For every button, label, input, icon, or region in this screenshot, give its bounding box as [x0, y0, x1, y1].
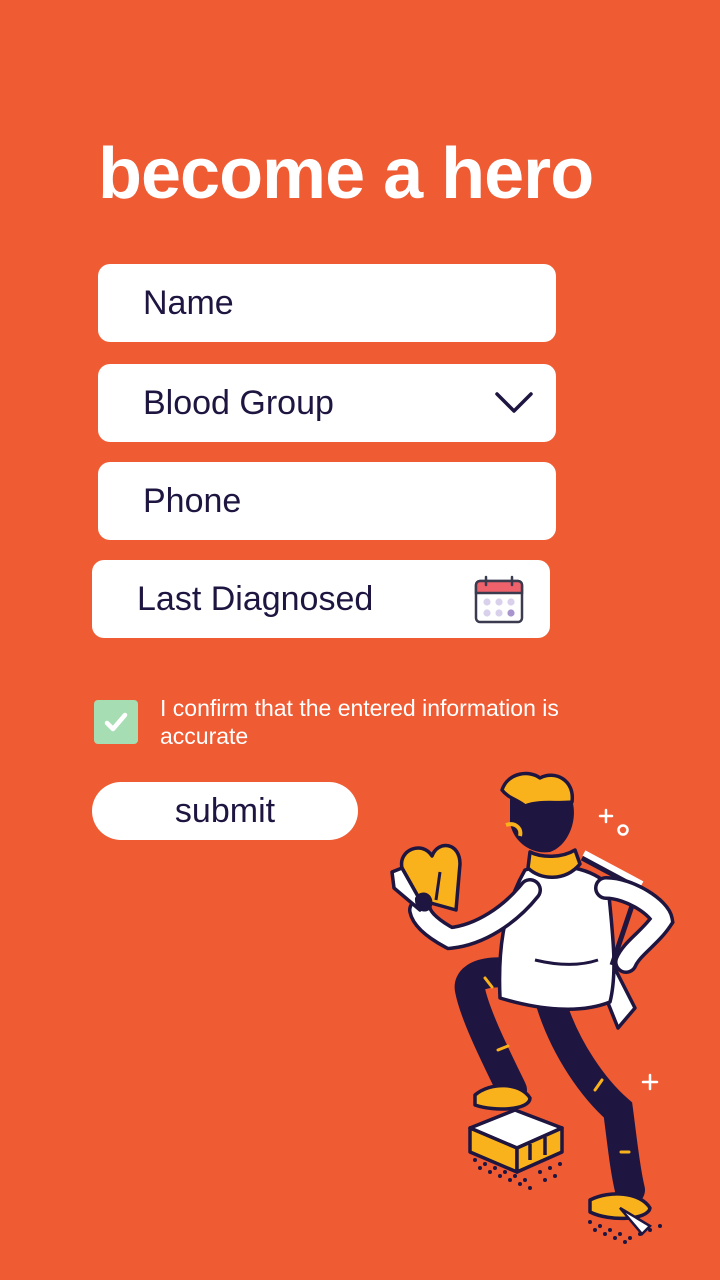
blood-group-select[interactable]: Blood Group [98, 364, 556, 442]
last-diagnosed-field[interactable]: Last Diagnosed [92, 560, 550, 638]
calendar-icon[interactable] [474, 575, 524, 625]
page-title: become a hero [98, 134, 594, 214]
submit-button[interactable]: submit [92, 782, 358, 840]
name-field[interactable] [98, 264, 556, 342]
confirm-text: I confirm that the entered information i… [160, 695, 559, 749]
blood-group-label: Blood Group [143, 383, 334, 422]
confirm-checkbox[interactable] [94, 700, 138, 744]
phone-input[interactable] [143, 481, 503, 521]
hero-illustration [390, 771, 675, 1244]
chevron-down-icon[interactable] [494, 390, 534, 416]
name-input[interactable] [143, 283, 503, 323]
last-diagnosed-label: Last Diagnosed [137, 579, 374, 618]
checkmark-icon [104, 712, 128, 732]
phone-field[interactable] [98, 462, 556, 540]
